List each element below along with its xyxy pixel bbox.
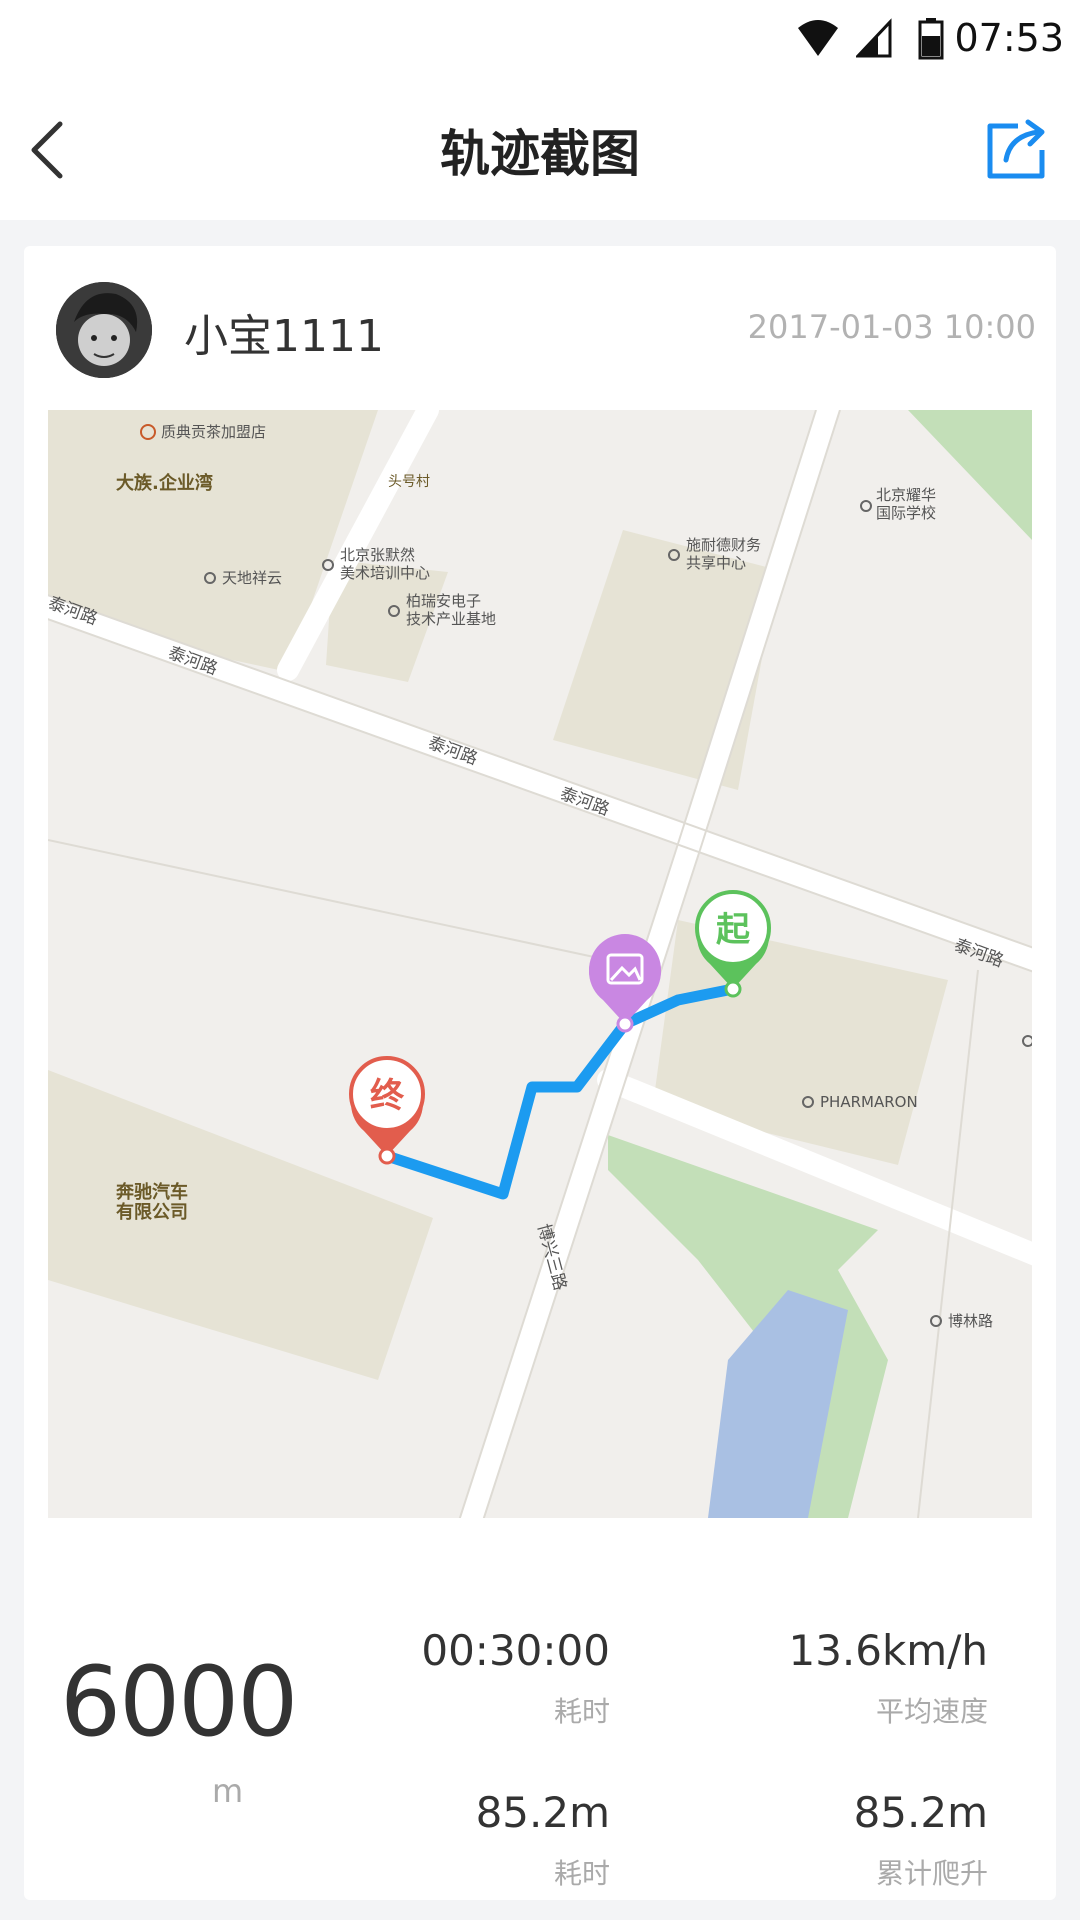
map-label: 美术培训中心 [340, 564, 430, 582]
map-label: 天地祥云 [222, 569, 282, 587]
username: 小宝1111 [184, 311, 384, 362]
map-label: 头号村 [388, 474, 430, 490]
map-label: 大族.企业湾 [116, 472, 213, 494]
signal-icon [856, 18, 892, 58]
climb-value: 85.2m [853, 1788, 988, 1837]
route-map[interactable]: 质典贡茶加盟店 大族.企业湾 头号村 北京耀华 国际学校 施耐德财务 共享中心 … [48, 410, 1032, 1518]
track-datetime: 2017-01-03 10:00 [747, 308, 1036, 346]
elevation-label: 耗时 [553, 1857, 610, 1890]
status-time: 07:53 [954, 16, 1064, 60]
map-label: 有限公司 [116, 1201, 188, 1223]
map-label: 北京张默然 [340, 546, 415, 564]
map-label: 北京耀华 [876, 486, 936, 504]
share-icon [987, 119, 1045, 179]
elevation-value: 85.2m [475, 1788, 610, 1837]
speed-label: 平均速度 [875, 1695, 988, 1728]
map-label: 质典贡茶加盟店 [161, 423, 266, 441]
climb-label: 累计爬升 [875, 1857, 988, 1890]
map-label: 施耐德财务 [686, 536, 761, 554]
page-title: 轨迹截图 [440, 125, 640, 183]
track-card: 小宝1111 2017-01-03 10:00 质典贡茶加盟店 大族.企业湾 头… [24, 246, 1056, 1900]
speed-value: 13.6km/h [788, 1626, 988, 1675]
app-header: 轨迹截图 [0, 80, 1080, 220]
duration-value: 00:30:00 [421, 1626, 610, 1675]
distance-value: 6000 [60, 1646, 298, 1758]
distance-unit: m [212, 1772, 244, 1810]
end-label: 终 [370, 1076, 405, 1116]
map-label: 奔驰汽车 [115, 1181, 188, 1203]
status-bar: 07:53 [0, 0, 1080, 80]
map-label: 柏瑞安电子 [406, 592, 481, 610]
map-label: 博林路 [948, 1312, 993, 1330]
share-button[interactable] [984, 116, 1050, 182]
map-label: 技术产业基地 [406, 610, 496, 628]
map-label: 共享中心 [686, 554, 746, 572]
wifi-icon [798, 20, 838, 56]
avatar[interactable] [56, 282, 152, 378]
start-label: 起 [716, 910, 751, 950]
map-label: PHARMARON [820, 1093, 918, 1111]
battery-icon [918, 18, 944, 60]
map-label: 国际学校 [876, 504, 936, 522]
duration-label: 耗时 [553, 1695, 610, 1728]
stats-panel: 6000 m 00:30:00 耗时 13.6km/h 平均速度 85.2m 耗… [24, 1546, 1056, 1890]
